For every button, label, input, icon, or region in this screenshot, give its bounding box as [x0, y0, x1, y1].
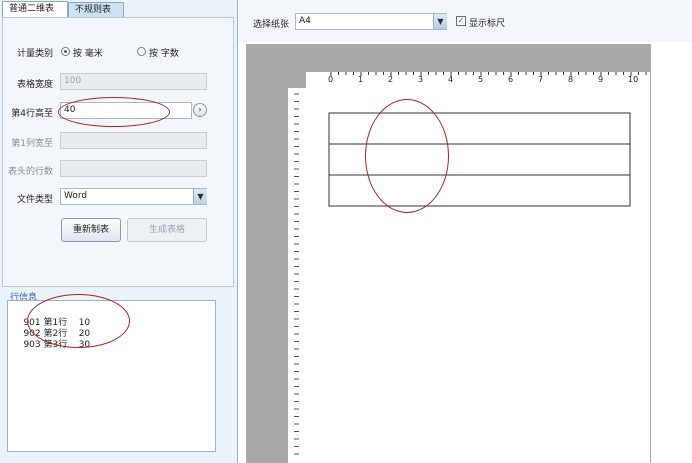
radio-chars[interactable]: [137, 47, 146, 56]
tab-irregular-table[interactable]: 不规则表: [68, 2, 124, 17]
annotation-ellipse: [58, 97, 170, 127]
radio-chars-label: 按 字数: [149, 49, 179, 59]
annotation-ellipse: [27, 294, 130, 348]
horizontal-ruler: 0 1 2 3 4 5 6 7 8 9 10: [306, 72, 650, 88]
chevron-down-icon[interactable]: ▼: [433, 14, 447, 29]
ruler-tick-label: 6: [508, 75, 514, 84]
width-label: 表格宽度: [16, 80, 53, 90]
ruler-tick-label: 7: [538, 75, 544, 84]
header-rows-input[interactable]: [60, 160, 207, 177]
ruler-tick-label: 0: [328, 75, 334, 84]
remake-table-button[interactable]: 重新制表: [61, 218, 121, 242]
show-ruler-label: 显示标尺: [469, 19, 506, 29]
ruler-tick-label: 2: [388, 75, 394, 84]
measure-label: 计量类别: [16, 49, 53, 59]
ruler-tick-label: 9: [598, 75, 604, 84]
radio-mm-label: 按 毫米: [73, 49, 103, 59]
paper-select[interactable]: A4: [295, 13, 447, 30]
annotation-ellipse: [365, 99, 449, 213]
file-type-value: Word: [64, 191, 88, 201]
ruler-tick-label: 3: [418, 75, 424, 84]
col-width-input[interactable]: [60, 132, 207, 149]
show-ruler-checkbox[interactable]: ✓: [456, 16, 466, 26]
file-type-select[interactable]: Word: [60, 188, 207, 205]
col-width-label: 第1列宽至: [11, 139, 53, 149]
ruler-tick-label: 1: [358, 75, 364, 84]
paper-label: 选择纸张: [253, 20, 290, 30]
ruler-tick-label: 10: [628, 75, 639, 84]
next-arrow-icon[interactable]: ›: [193, 103, 207, 117]
generate-table-button[interactable]: 生成表格: [127, 218, 207, 242]
chevron-down-icon[interactable]: ▼: [193, 189, 207, 204]
header-rows-label: 表头的行数: [7, 167, 53, 177]
ruler-tick-label: 4: [448, 75, 454, 84]
file-type-label: 文件类型: [16, 195, 53, 205]
ruler-tick-label: 8: [568, 75, 574, 84]
paper-value: A4: [299, 16, 311, 26]
row-height-label: 第4行高至: [11, 109, 53, 119]
ruler-tick-label: 5: [478, 75, 484, 84]
vertical-ruler: [288, 88, 302, 463]
tab-normal-table[interactable]: 普通二维表: [2, 1, 68, 18]
radio-mm[interactable]: [61, 47, 70, 56]
width-input[interactable]: 100: [60, 73, 207, 90]
